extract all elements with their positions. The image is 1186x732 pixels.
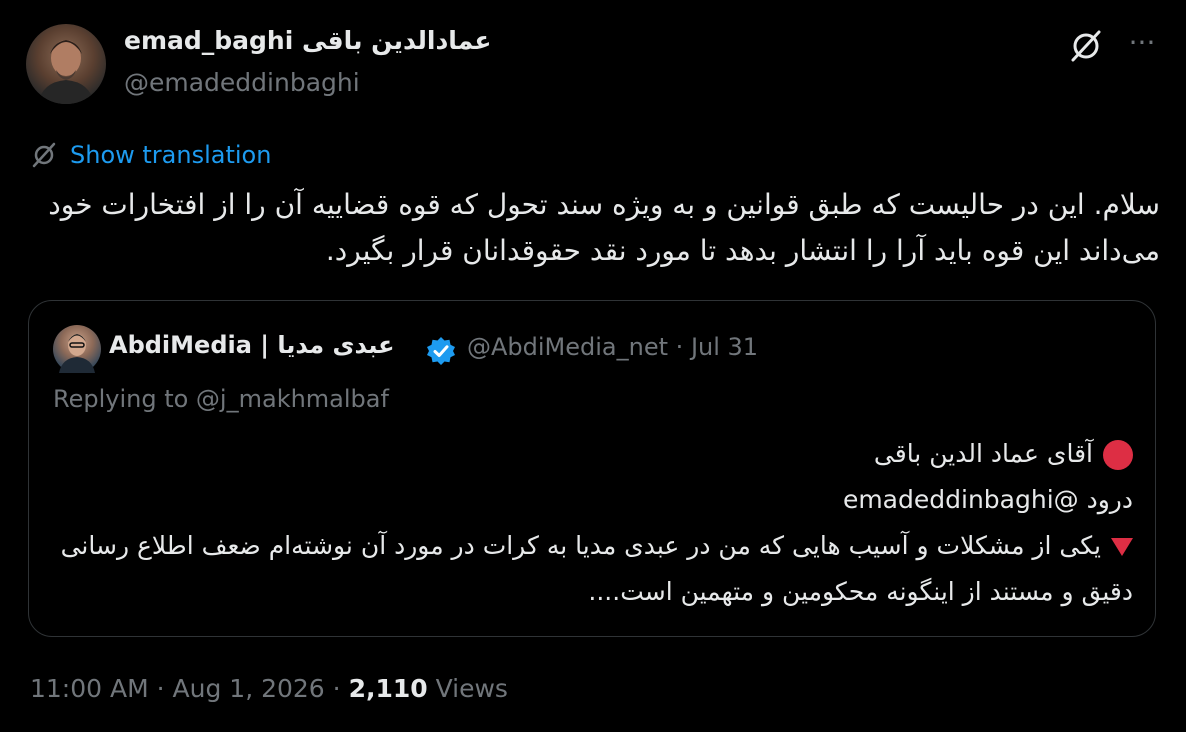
red-circle-emoji — [1103, 440, 1133, 470]
author-handle[interactable]: @emadeddinbaghi — [124, 68, 360, 97]
tweet-text: سلام. این در حالیست که طبق قوانین و به و… — [48, 188, 1160, 267]
quoted-author-handle[interactable]: @AbdiMedia_net — [467, 333, 668, 361]
quoted-tweet-card[interactable]: AbdiMedia | عبدی مدیا @AbdiMedia_net · J… — [28, 300, 1156, 637]
quoted-line-2: درود @emadeddinbaghi — [842, 485, 1133, 514]
tweet-date[interactable]: Aug 1, 2026 — [173, 674, 325, 703]
quoted-line-1: آقای عماد الدین باقی — [53, 431, 1133, 477]
show-translation-button[interactable]: Show translation — [30, 138, 271, 172]
footer-separator-1: · — [156, 674, 165, 703]
translate-icon — [32, 142, 56, 168]
more-icon[interactable]: ··· — [1122, 26, 1162, 66]
quoted-line-3: یکی از مشکلات و آسیب هایی که من در عبدی … — [53, 523, 1133, 615]
grok-slash-icon[interactable] — [1066, 26, 1106, 66]
views-label: Views — [435, 674, 508, 703]
quoted-date[interactable]: Jul 31 — [691, 333, 758, 361]
quoted-meta: @AbdiMedia_net · Jul 31 — [467, 333, 758, 361]
replying-to: Replying to @j_makhmalbaf — [53, 385, 389, 413]
quoted-author-name[interactable]: AbdiMedia | عبدی مدیا — [109, 331, 395, 359]
tweet-footer: 11:00 AM · Aug 1, 2026 · 2,110 Views — [30, 674, 508, 703]
views-count[interactable]: 2,110 — [349, 674, 428, 703]
quoted-avatar-portrait — [59, 334, 95, 373]
verified-badge-icon — [425, 335, 457, 367]
quoted-line-3-text: یکی از مشکلات و آسیب هایی که من در عبدی … — [60, 531, 1133, 606]
author-avatar[interactable] — [26, 24, 106, 104]
meta-separator: · — [675, 333, 684, 361]
footer-separator-2: · — [332, 674, 341, 703]
avatar-portrait — [38, 40, 94, 104]
author-display-name[interactable]: emad_baghi عمادالدین باقی — [124, 26, 492, 55]
quoted-author-avatar[interactable] — [53, 325, 101, 373]
quoted-line-1-text: آقای عماد الدین باقی — [873, 439, 1093, 468]
show-translation-label: Show translation — [70, 141, 272, 169]
quoted-tweet-text: آقای عماد الدین باقی درود @emadeddinbagh… — [53, 431, 1133, 615]
red-triangle-emoji — [1111, 538, 1133, 556]
tweet-time[interactable]: 11:00 AM — [30, 674, 149, 703]
